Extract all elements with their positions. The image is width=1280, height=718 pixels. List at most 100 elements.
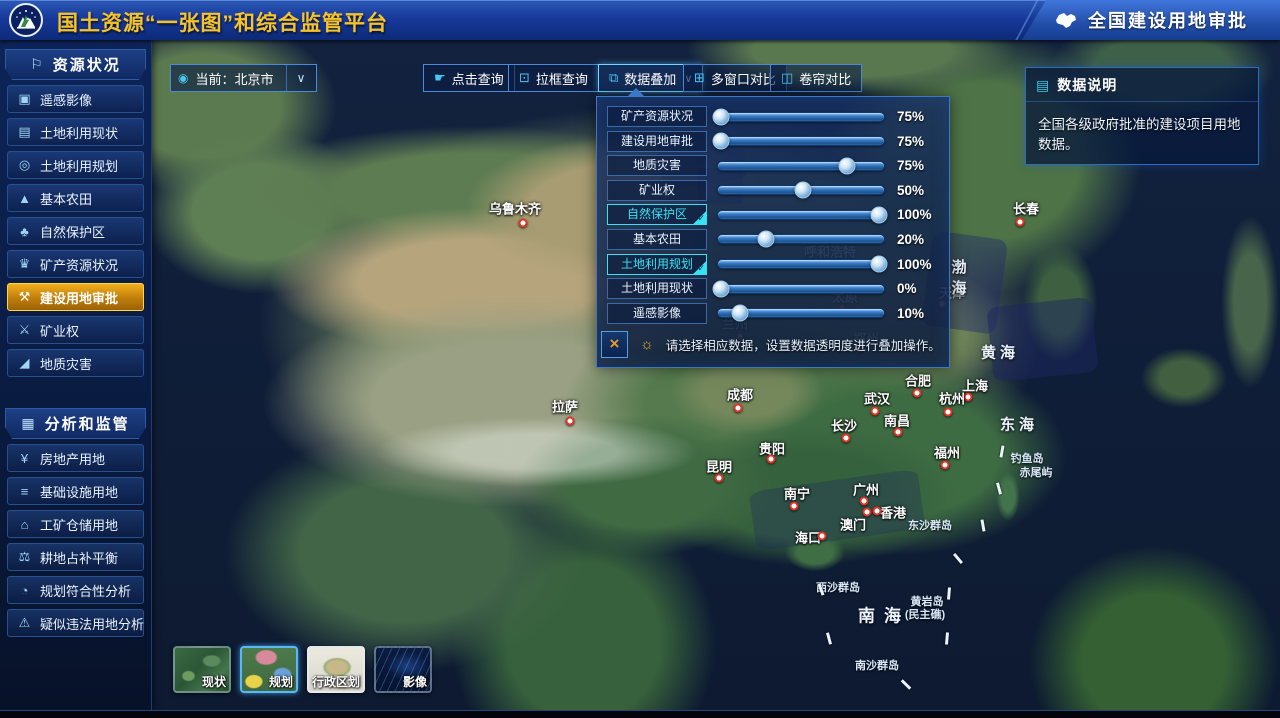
lamp-icon: ☼ xyxy=(640,336,654,353)
sidebar-item-label: 疑似违法用地分析 xyxy=(40,614,144,633)
sea-label: 黄海 xyxy=(981,342,1019,363)
opacity-slider[interactable] xyxy=(717,136,885,146)
sidebar-item[interactable]: ▣遥感影像 xyxy=(7,85,144,113)
island-label: 东沙群岛 xyxy=(908,517,952,533)
sidebar-item[interactable]: ◔规划符合性分析 xyxy=(7,576,144,604)
sidebar-section-header: ▦分析和监管 xyxy=(5,408,146,439)
layer-chip[interactable]: 基本农田 xyxy=(607,229,707,250)
slider-handle[interactable] xyxy=(713,280,730,297)
slider-handle[interactable] xyxy=(713,108,730,125)
sidebar-item[interactable]: ≡基础设施用地 xyxy=(7,477,144,505)
sidebar-item[interactable]: ◢地质灾害 xyxy=(7,349,144,377)
sidebar-section-title: 分析和监管 xyxy=(45,413,130,434)
nine-dash-segment xyxy=(826,632,832,644)
city-marker xyxy=(863,508,872,517)
basemap-thumb[interactable]: 影像 xyxy=(374,646,432,693)
swipe-compare-button[interactable]: ◫卷帘对比 xyxy=(770,64,862,92)
basemap-thumb[interactable]: 规划 xyxy=(240,646,298,693)
layer-chip[interactable]: 矿产资源状况 xyxy=(607,106,707,127)
layer-chip[interactable]: 建设用地审批 xyxy=(607,131,707,152)
point-query-button[interactable]: ☛点击查询 xyxy=(423,64,515,92)
button-label: 多窗口对比 xyxy=(711,69,776,88)
box-select-icon: ⊡ xyxy=(519,70,530,86)
city-label: 拉萨 xyxy=(552,397,578,416)
opacity-slider[interactable] xyxy=(717,308,885,318)
button-label: 卷帘对比 xyxy=(799,69,851,88)
opacity-slider[interactable] xyxy=(717,185,885,195)
basemap-label: 规划 xyxy=(269,673,293,690)
sidebar: ⚐资源状况▣遥感影像▤土地利用现状◎土地利用规划▲基本农田♣自然保护区♛矿产资源… xyxy=(0,40,152,710)
sidebar-item[interactable]: ⚖耕地占补平衡 xyxy=(7,543,144,571)
sidebar-item-label: 自然保护区 xyxy=(40,222,105,241)
slider-handle[interactable] xyxy=(871,256,888,273)
layer-chip[interactable]: 土地利用规划 xyxy=(607,254,707,275)
header-current-module-tab[interactable]: 全国建设用地审批 xyxy=(1022,0,1280,40)
location-pin-icon: ◉ xyxy=(178,71,188,85)
slider-handle[interactable] xyxy=(794,182,811,199)
sidebar-item[interactable]: ▲基本农田 xyxy=(7,184,144,212)
city-marker xyxy=(871,407,880,416)
sidebar-item[interactable]: ♣自然保护区 xyxy=(7,217,144,245)
sidebar-item-label: 矿产资源状况 xyxy=(40,255,118,274)
city-label: 长春 xyxy=(1013,199,1039,218)
region-selector-label: 当前：北京市 xyxy=(195,69,285,88)
opacity-slider[interactable] xyxy=(717,210,885,220)
overlay-layer-row: 地质灾害75% xyxy=(607,155,941,176)
sidebar-item-label: 矿业权 xyxy=(40,321,79,340)
overlay-layer-row: 自然保护区100% xyxy=(607,204,941,225)
bottom-bar xyxy=(0,710,1280,718)
sidebar-item[interactable]: ¥房地产用地 xyxy=(7,444,144,472)
button-label: 数据叠加 xyxy=(624,69,676,88)
slider-handle[interactable] xyxy=(871,206,888,223)
sidebar-section-title: 资源状况 xyxy=(53,54,121,75)
city-marker xyxy=(566,417,575,426)
close-icon[interactable]: × xyxy=(601,331,628,358)
opacity-slider[interactable] xyxy=(717,259,885,269)
city-label: 长沙 xyxy=(831,416,857,435)
layer-chip[interactable]: 地质灾害 xyxy=(607,155,707,176)
opacity-slider[interactable] xyxy=(717,284,885,294)
opacity-value: 10% xyxy=(895,306,941,321)
sidebar-item-label: 基础设施用地 xyxy=(40,482,118,501)
overlay-layer-row: 遥感影像 10% xyxy=(607,303,941,324)
city-marker xyxy=(715,474,724,483)
windows-icon: ⊞ xyxy=(694,70,705,86)
city-label: 杭州 xyxy=(939,389,965,408)
layer-chip[interactable]: 遥感影像 xyxy=(607,303,707,324)
sidebar-item[interactable]: ⚠疑似违法用地分析 xyxy=(7,609,144,637)
sidebar-item[interactable]: ⚒建设用地审批 xyxy=(7,283,144,311)
layer-chip[interactable]: 土地利用现状 xyxy=(607,278,707,299)
chevron-down-icon[interactable]: ∨ xyxy=(286,65,316,91)
region-selector[interactable]: ◉ 当前：北京市 ∨ xyxy=(170,64,317,92)
opacity-slider[interactable] xyxy=(717,161,885,171)
sidebar-item[interactable]: ⚔ 矿业权 xyxy=(7,316,144,344)
sidebar-item[interactable]: ⌂工矿仓储用地 xyxy=(7,510,144,538)
opacity-slider[interactable] xyxy=(717,234,885,244)
city-marker xyxy=(860,497,869,506)
slider-handle[interactable] xyxy=(758,231,775,248)
slider-handle[interactable] xyxy=(839,157,856,174)
overlay-layer-row: 土地利用规划100% xyxy=(607,254,941,275)
data-description-body: 全国各级政府批准的建设项目用地数据。 xyxy=(1026,102,1258,164)
pickaxe-icon: ⚔ xyxy=(17,322,32,338)
sea-label: 南海 xyxy=(858,602,910,627)
basemap-thumb[interactable]: 行政区划 xyxy=(307,646,365,693)
slider-handle[interactable] xyxy=(731,305,748,322)
layer-chip[interactable]: 矿业权 xyxy=(607,180,707,201)
slider-handle[interactable] xyxy=(713,133,730,150)
box-query-button[interactable]: ⊡拉框查询 xyxy=(508,64,599,92)
image-icon: ▣ xyxy=(17,91,32,107)
sidebar-item[interactable]: ♛矿产资源状况 xyxy=(7,250,144,278)
basemap-thumb[interactable]: 现状 xyxy=(173,646,231,693)
city-label: 合肥 xyxy=(905,371,931,390)
sidebar-item[interactable]: ▤土地利用现状 xyxy=(7,118,144,146)
sidebar-item-label: 基本农田 xyxy=(40,189,92,208)
map-viewport[interactable]: 乌鲁木齐长春呼和浩特天津太原兰州郑州拉萨成都武汉合肥上海杭州长沙南昌贵阳昆明福州… xyxy=(152,40,1280,710)
layer-chip[interactable]: 自然保护区 xyxy=(607,204,707,225)
sidebar-item[interactable]: ◎土地利用规划 xyxy=(7,151,144,179)
overlay-layer-row: 基本农田20% xyxy=(607,229,941,250)
overlay-layer-row: 矿业权50% xyxy=(607,180,941,201)
opacity-slider[interactable] xyxy=(717,112,885,122)
sidebar-item-label: 土地利用现状 xyxy=(40,123,118,142)
sidebar-item-label: 土地利用规划 xyxy=(40,156,118,175)
